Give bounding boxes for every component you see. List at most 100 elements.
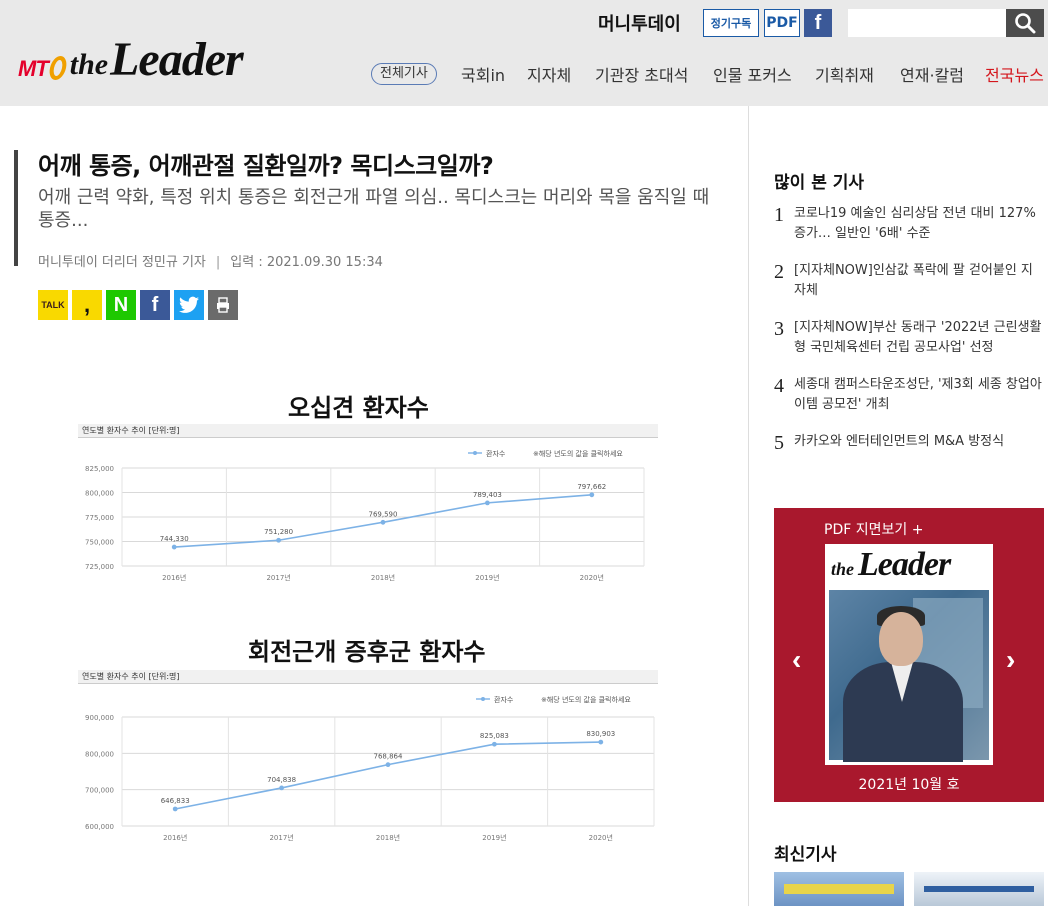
print-button[interactable] — [208, 290, 238, 320]
facebook-share-icon[interactable]: f — [140, 290, 170, 320]
cover-masthead: the Leader — [831, 546, 951, 584]
x-tick-label: 2016년 — [162, 573, 186, 582]
facebook-icon[interactable]: f — [804, 9, 832, 37]
brand-link[interactable]: 머니투데이 — [598, 10, 681, 36]
naver-share-icon[interactable]: N — [106, 290, 136, 320]
meta-separator: | — [215, 255, 221, 270]
data-label: 825,083 — [480, 732, 509, 740]
popular-headline[interactable]: 코로나19 예술인 심리상담 전년 대비 127% 증가… 일반인 '6배' 수… — [794, 204, 1042, 244]
popular-rank: 2 — [774, 261, 784, 283]
data-label: 830,903 — [586, 730, 615, 738]
chart-subtitle: 연도별 환자수 추이 [단위:명] — [78, 424, 658, 438]
article-byline: 머니투데이 더리더 정민규 기자 — [38, 255, 206, 270]
data-label: 797,662 — [577, 483, 606, 491]
popular-item[interactable]: 2 [지자체NOW]인삼값 폭락에 팔 걷어붙인 지자체 — [774, 261, 1042, 301]
chart-title: 오십견 환자수 — [288, 394, 429, 422]
x-tick-label: 2018년 — [371, 573, 395, 582]
data-label: 704,838 — [267, 776, 296, 784]
data-point — [485, 500, 490, 506]
data-label: 768,864 — [374, 753, 403, 761]
popular-headline[interactable]: [지자체NOW]부산 동래구 '2022년 근린생활형 국민체육센터 건립 공모… — [794, 318, 1042, 358]
y-tick-label: 775,000 — [85, 514, 114, 522]
popular-item[interactable]: 5 카카오와 엔터테인먼트의 M&A 방정식 — [774, 432, 1042, 454]
data-label: 769,590 — [369, 510, 398, 518]
chart-note: ※해당 년도의 값을 클릭하세요 — [533, 449, 623, 458]
cover-person-face — [879, 612, 923, 666]
nav-item-local-gov[interactable]: 지자체 — [527, 62, 571, 86]
search-icon — [1015, 13, 1036, 34]
nav-item-assembly[interactable]: 국회in — [461, 62, 505, 86]
data-point — [492, 741, 497, 747]
data-point — [385, 762, 391, 768]
pdf-viewer-link[interactable]: PDF 지면보기 + — [824, 519, 923, 539]
data-point — [589, 492, 595, 498]
x-tick-label: 2017년 — [269, 833, 293, 842]
latest-thumbnail[interactable] — [914, 872, 1044, 906]
data-point — [380, 519, 386, 525]
nav-item-people[interactable]: 인물 포커스 — [713, 62, 792, 86]
y-tick-label: 750,000 — [85, 539, 114, 547]
thumbnail-banner — [924, 886, 1034, 892]
search-button[interactable] — [1006, 9, 1044, 37]
magazine-cover[interactable]: the Leader — [825, 544, 993, 765]
nav-item-interview[interactable]: 기관장 초대석 — [595, 62, 688, 86]
y-tick-label: 825,000 — [85, 465, 114, 473]
kakaostory-share-icon[interactable]: , — [72, 290, 102, 320]
data-point — [276, 537, 281, 543]
chart-subtitle: 연도별 환자수 추이 [단위:명] — [78, 670, 658, 684]
popular-rank: 4 — [774, 375, 784, 397]
kakaotalk-share-icon[interactable]: TALK — [38, 290, 68, 320]
popular-item[interactable]: 3 [지자체NOW]부산 동래구 '2022년 근린생활형 국민체육센터 건립 … — [774, 318, 1042, 358]
popular-headline[interactable]: 세종대 캠퍼스타운조성단, '제3회 세종 창업아이템 공모전' 개최 — [794, 375, 1042, 415]
twitter-bird-icon — [179, 296, 199, 313]
data-label: 751,280 — [264, 528, 293, 536]
data-label: 646,833 — [161, 797, 190, 805]
popular-rank: 5 — [774, 432, 784, 454]
search-input[interactable] — [848, 9, 1006, 37]
cover-the: the — [831, 559, 855, 579]
legend-marker — [473, 451, 477, 455]
legend-label: 환자수 — [494, 695, 514, 704]
y-tick-label: 900,000 — [85, 714, 114, 722]
print-icon — [217, 297, 229, 313]
chart-rotator-cuff: 회전근개 증후군 환자수 연도별 환자수 추이 [단위:명] 900,000 80… — [78, 632, 658, 847]
y-tick-label: 800,000 — [85, 490, 114, 498]
chart-title: 회전근개 증후군 환자수 — [248, 638, 486, 666]
article-meta: 머니투데이 더리더 정민규 기자 | 입력 : 2021.09.30 15:34 — [38, 251, 383, 270]
twitter-share-icon[interactable] — [174, 290, 204, 320]
y-tick-label: 800,000 — [85, 750, 114, 758]
chevron-left-icon[interactable]: ‹ — [792, 644, 801, 676]
pdf-viewer-box: PDF 지면보기 + ‹ the Leader › 2021년 10월 호 — [774, 508, 1044, 802]
legend-marker — [481, 697, 485, 701]
x-tick-label: 2018년 — [376, 833, 400, 842]
pdf-issue-label: 2021년 10월 호 — [858, 777, 960, 793]
popular-item[interactable]: 1 코로나19 예술인 심리상담 전년 대비 127% 증가… 일반인 '6배'… — [774, 204, 1042, 244]
x-tick-label: 2019년 — [475, 573, 499, 582]
nav-item-feature[interactable]: 기획취재 — [815, 62, 874, 86]
nav-item-column[interactable]: 연재·칼럼 — [900, 62, 964, 86]
nav-item-national[interactable]: 전국뉴스 — [985, 62, 1044, 86]
subscribe-button[interactable]: 정기구독 — [703, 9, 759, 37]
chevron-right-icon[interactable]: › — [1006, 644, 1015, 676]
latest-thumbnail[interactable] — [774, 872, 904, 906]
popular-item[interactable]: 4 세종대 캠퍼스타운조성단, '제3회 세종 창업아이템 공모전' 개최 — [774, 375, 1042, 415]
chart-plot: 900,000 800,000 700,000 600,000 2016년 2017년 20… — [85, 695, 655, 842]
chart-note: ※해당 년도의 값을 클릭하세요 — [541, 695, 631, 704]
article-date: 입력 : 2021.09.30 15:34 — [230, 255, 383, 270]
y-tick-label: 600,000 — [85, 823, 114, 831]
data-point — [598, 739, 604, 745]
x-tick-label: 2019년 — [482, 833, 506, 842]
x-tick-label: 2016년 — [163, 833, 187, 842]
popular-headline[interactable]: 카카오와 엔터테인먼트의 M&A 방정식 — [794, 432, 1042, 454]
nav-item-all[interactable]: 전체기사 — [371, 63, 437, 85]
pdf-button[interactable]: PDF — [764, 9, 800, 37]
data-point — [172, 806, 178, 812]
main-nav: 전체기사 국회in 지자체 기관장 초대석 인물 포커스 기획취재 연재·칼럼 … — [0, 62, 1048, 86]
chart-frozen-shoulder: 오십견 환자수 연도별 환자수 추이 [단위:명] 825,000 800,000… — [78, 382, 658, 587]
thumbnail-banner — [784, 884, 894, 894]
x-tick-label: 2020년 — [589, 833, 613, 842]
popular-headline[interactable]: [지자체NOW]인삼값 폭락에 팔 걷어붙인 지자체 — [794, 261, 1042, 301]
x-tick-label: 2020년 — [580, 573, 604, 582]
article-title: 어깨 통증, 어깨관절 질환일까? 목디스크일까? — [38, 152, 494, 180]
x-tick-label: 2017년 — [266, 573, 290, 582]
